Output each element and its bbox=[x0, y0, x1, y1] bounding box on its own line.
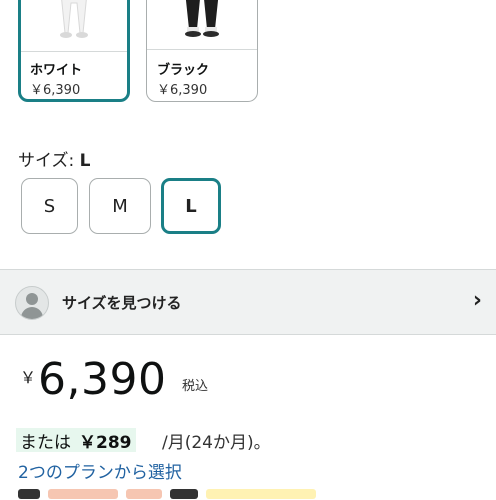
size-option-label: M bbox=[112, 195, 128, 217]
swatch-price: ￥6,390 bbox=[157, 83, 208, 98]
size-option-l[interactable]: L bbox=[161, 178, 221, 234]
selected-size-value: L bbox=[79, 151, 91, 171]
user-avatar-icon bbox=[15, 286, 49, 320]
find-size-label: サイズを見つける bbox=[62, 294, 182, 312]
size-option-label: L bbox=[185, 195, 197, 217]
color-swatch-white[interactable]: ホワイト ￥6,390 bbox=[18, 0, 130, 102]
currency-symbol: ￥ bbox=[20, 368, 37, 387]
size-option-m[interactable]: M bbox=[89, 178, 151, 234]
installment-prefix: または bbox=[20, 432, 71, 453]
tax-note: 税込 bbox=[182, 379, 209, 394]
size-option-label: S bbox=[43, 195, 56, 217]
installment-suffix: /月(24か月)。 bbox=[162, 433, 271, 453]
price-amount: 6,390 bbox=[38, 354, 167, 405]
cutoff-next-line bbox=[18, 488, 348, 500]
swatch-name: ブラック bbox=[157, 63, 210, 78]
installment-badge: または ￥289 bbox=[16, 428, 136, 453]
swatch-price: ￥6,390 bbox=[30, 83, 81, 98]
size-label: サイズ: L bbox=[18, 146, 90, 171]
product-image-white bbox=[21, 0, 127, 51]
size-option-s[interactable]: S bbox=[21, 178, 78, 234]
installment-amount: ￥289 bbox=[79, 432, 132, 453]
find-size-row[interactable]: サイズを見つける › bbox=[0, 269, 496, 335]
swatch-name: ホワイト bbox=[30, 63, 83, 78]
product-image-black bbox=[147, 0, 257, 49]
color-swatch-black[interactable]: ブラック ￥6,390 bbox=[146, 0, 258, 102]
chevron-right-icon: › bbox=[472, 288, 482, 313]
choose-plan-link[interactable]: 2つのプランから選択 bbox=[18, 458, 182, 483]
size-label-prefix: サイズ: bbox=[18, 151, 80, 171]
